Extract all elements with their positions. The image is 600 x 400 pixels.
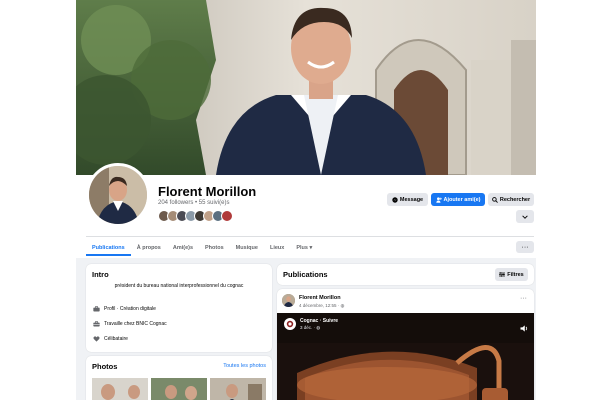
tab-0[interactable]: Publications: [86, 240, 131, 256]
add-friend-button[interactable]: Ajouter ami(e): [431, 193, 485, 206]
briefcase-icon: [92, 306, 100, 313]
all-photos-link[interactable]: Toutes les photos: [223, 363, 266, 369]
intro-item-profile: Profil · Création digitale: [92, 304, 156, 314]
photo-thumbnail[interactable]: [151, 378, 207, 400]
message-button[interactable]: Message: [387, 193, 428, 206]
photos-card: Photos Toutes les photos: [86, 356, 272, 400]
search-profile-button[interactable]: Rechercher: [488, 193, 534, 206]
tabs-more-button[interactable]: ···: [516, 241, 534, 253]
filters-button[interactable]: Filtres: [495, 268, 528, 281]
tab-2[interactable]: Ami(e)s: [167, 240, 199, 256]
cover-photo[interactable]: [76, 0, 536, 175]
intro-item-relationship: Célibataire: [92, 334, 128, 344]
work-icon: [92, 321, 100, 328]
filters-label: Filtres: [507, 271, 524, 278]
tab-6[interactable]: Plus ▾: [290, 240, 318, 256]
search-icon: [492, 196, 498, 203]
intro-bio: président du bureau national interprofes…: [114, 283, 244, 289]
friend-avatars[interactable]: [158, 210, 233, 224]
publications-header: Publications Filtres: [277, 264, 534, 285]
publications-title: Publications: [283, 270, 328, 279]
follower-count[interactable]: 204 followers • 55 suivi(e)s: [158, 200, 229, 206]
search-button-label: Rechercher: [499, 196, 531, 203]
more-horizontal-icon: ···: [520, 295, 527, 302]
profile-name: Florent Morillon: [158, 184, 257, 199]
page-logo[interactable]: [284, 318, 296, 330]
header-divider: [86, 236, 534, 237]
intro-item-work: Travaille chez BNIC Cognac: [92, 319, 167, 329]
post-card: Florent Morillon 4 décembre, 12:55 · ◍ ·…: [277, 289, 534, 400]
post-options-button[interactable]: ···: [520, 295, 527, 302]
volume-icon[interactable]: [520, 319, 528, 337]
friend-avatar[interactable]: [221, 210, 233, 222]
photos-title: Photos: [92, 362, 118, 371]
intro-item-label[interactable]: Travaille chez BNIC Cognac: [104, 321, 167, 327]
filter-icon: [499, 272, 506, 277]
message-button-label: Message: [399, 196, 424, 203]
heart-icon: [92, 336, 100, 343]
post-author-avatar[interactable]: [282, 294, 295, 307]
add-friend-button-label: Ajouter ami(e): [443, 196, 481, 203]
tab-5[interactable]: Lieux: [264, 240, 290, 256]
chevron-down-icon: [522, 214, 528, 219]
post-author-name[interactable]: Florent Morillon: [299, 295, 341, 301]
facebook-profile-page: Florent Morillon 204 followers • 55 suiv…: [0, 0, 600, 400]
video-page-name[interactable]: Cognac · Suivre: [300, 318, 338, 324]
tab-1[interactable]: À propos: [131, 240, 167, 256]
profile-tabs: Publications À propos Ami(e)s Photos Musique…: [86, 240, 318, 256]
profile-options-button[interactable]: [516, 210, 534, 223]
intro-item-label: Profil · Création digitale: [104, 306, 156, 312]
photo-thumbnail[interactable]: [210, 378, 266, 400]
intro-title: Intro: [92, 270, 109, 279]
intro-card: Intro président du bureau national inter…: [86, 264, 272, 352]
tab-3[interactable]: Photos: [199, 240, 230, 256]
intro-item-label: Célibataire: [104, 336, 128, 342]
more-horizontal-icon: ···: [521, 243, 529, 251]
photo-thumbnail[interactable]: [92, 378, 148, 400]
messenger-icon: [392, 196, 398, 203]
video-timestamp: 3 déc. · ◍: [300, 325, 321, 330]
profile-avatar[interactable]: [86, 163, 150, 227]
tab-4[interactable]: Musique: [230, 240, 264, 256]
post-video[interactable]: Cognac · Suivre 3 déc. · ◍: [277, 313, 534, 400]
post-timestamp[interactable]: 4 décembre, 12:55 · ◍: [299, 303, 344, 309]
add-friend-icon: [435, 196, 442, 203]
